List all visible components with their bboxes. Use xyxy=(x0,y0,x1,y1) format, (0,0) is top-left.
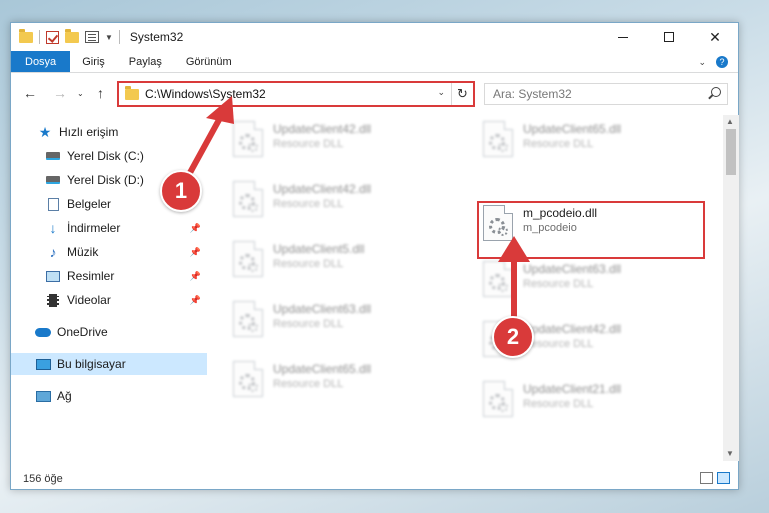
annotation-arrows xyxy=(183,96,530,323)
callout-step-one: 1 xyxy=(160,170,202,212)
callout-step-two: 2 xyxy=(492,316,534,358)
arrow-to-address-bar xyxy=(183,96,234,183)
arrow-to-target-file xyxy=(498,236,530,323)
